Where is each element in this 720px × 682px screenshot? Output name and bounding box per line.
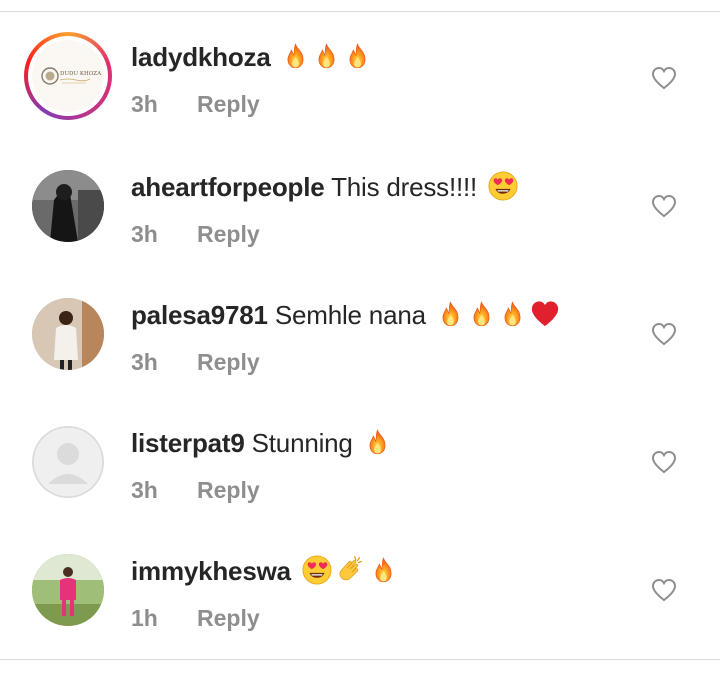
profile-photo [32,298,104,370]
top-divider [0,11,720,12]
fire-emoji-icon [282,41,309,71]
bottom-divider [0,659,720,660]
comment-item: palesa9781 Semhle nana 3h Reply [0,298,720,426]
username[interactable]: listerpat9 [131,428,245,458]
fire-emoji-icon [344,41,371,71]
comment-item: listerpat9 Stunning 3h Reply [0,426,720,554]
red-heart-emoji-icon [530,299,560,329]
username[interactable]: palesa9781 [131,300,268,330]
timestamp: 3h [131,221,158,247]
profile-photo [32,170,104,242]
like-heart-icon[interactable] [651,66,677,90]
reply-button[interactable]: Reply [197,349,260,375]
reply-button[interactable]: Reply [197,221,260,247]
like-heart-icon[interactable] [651,578,677,602]
fire-emoji-icon [370,555,397,585]
brand-logo-avatar: DUDU KHOZA [41,67,102,85]
reply-button[interactable]: Reply [197,477,260,503]
comment-body: Stunning [251,428,353,458]
avatar-caption: DUDU KHOZA [60,71,102,77]
avatar[interactable]: DUDU KHOZA [32,40,104,112]
heart-eyes-emoji-icon [302,555,332,585]
fire-emoji-icon [499,299,526,329]
comment-meta: 1h Reply [131,604,260,632]
comment-text-line: ladydkhoza [131,40,371,74]
username[interactable]: aheartforpeople [131,172,325,202]
comment-text-line: palesa9781 Semhle nana [131,298,560,332]
like-heart-icon[interactable] [651,450,677,474]
like-heart-icon[interactable] [651,322,677,346]
username[interactable]: ladydkhoza [131,42,271,72]
timestamp: 3h [131,349,158,375]
comment-body: Semhle nana [274,300,426,330]
comment-text-line: immykheswa [131,554,397,588]
comment-text-line: listerpat9 Stunning [131,426,391,460]
comment-meta: 3h Reply [131,348,260,376]
fire-emoji-icon [437,299,464,329]
comment-meta: 3h Reply [131,220,260,248]
fire-emoji-icon [313,41,340,71]
timestamp: 3h [131,91,158,117]
avatar[interactable] [32,298,104,370]
reply-button[interactable]: Reply [197,91,260,117]
fire-emoji-icon [468,299,495,329]
like-heart-icon[interactable] [651,194,677,218]
timestamp: 1h [131,605,158,631]
comment-item: immykheswa 1h Reply [0,554,720,682]
profile-photo [32,554,104,626]
clapping-hands-emoji-icon [336,555,366,585]
avatar[interactable] [32,554,104,626]
comment-item: aheartforpeople This dress!!!! 3h Reply [0,170,720,298]
comment-body: This dress!!!! [331,172,478,202]
comment-meta: 3h Reply [131,476,260,504]
comment-meta: 3h Reply [131,90,260,118]
reply-button[interactable]: Reply [197,605,260,631]
avatar[interactable] [32,170,104,242]
heart-eyes-emoji-icon [488,171,518,201]
username[interactable]: immykheswa [131,556,291,586]
comment-text-line: aheartforpeople This dress!!!! [131,170,518,204]
timestamp: 3h [131,477,158,503]
avatar[interactable] [32,426,104,498]
fire-emoji-icon [364,427,391,457]
default-avatar-icon [32,426,104,498]
comment-item: DUDU KHOZA ladydkhoza 3h Reply [0,32,720,168]
